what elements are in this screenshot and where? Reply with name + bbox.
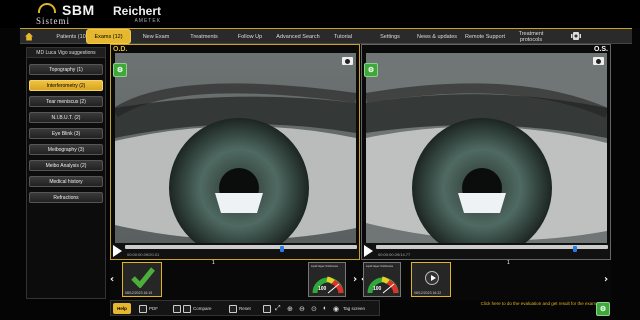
help-button[interactable]: Help [113,303,131,314]
od-player: 00:00:00.09/20.01 [111,243,359,259]
os-thumbnail-strip: ‹ Lipid layer thickness 100 08/12/2023 1… [361,260,611,300]
os-gauge-title: Lipid layer thickness [366,264,394,268]
od-seek-knob[interactable] [280,246,285,252]
os-timestamp: 00:00:00.09/14.77 [378,252,411,257]
od-gauge-thumb[interactable]: Lipid layer thickness 100 [308,262,346,297]
fullscreen-icon[interactable]: ⤢ [275,303,281,314]
od-gauge-title: Lipid layer thickness [311,264,339,268]
sidebar-item-medical-history[interactable]: Medical history [29,176,103,187]
sidebar-item-nibut[interactable]: N.I.B.U.T. (2) [29,112,103,123]
tab-new-exam[interactable]: New Exam [138,29,174,44]
home-icon [25,32,33,41]
zoom-in-icon[interactable]: ⊕ [287,303,293,314]
pdf-button[interactable]: PDF [139,303,158,314]
sbm-logo: SBM Sistemi [30,2,110,26]
compare-icon [173,304,181,313]
evaluate-button[interactable]: ⚙ [596,302,610,316]
partner-name: Reichert [113,4,162,18]
app-window: SBM Sistemi Reichert AMETEK Patients (10… [0,0,640,320]
tab-news[interactable]: News & updates [416,29,458,44]
od-eye-image [115,53,356,243]
device-settings-icon[interactable] [570,30,582,42]
tab-treatment-protocols[interactable]: Treatment protocols [514,29,548,44]
os-player: 00:00:00.09/14.77 [362,243,610,259]
top-nav: Patients (10) Exams (12) New Exam Treatm… [20,28,632,44]
tag-icon[interactable]: ◉ [333,303,339,314]
sidebar: MD Luca Vigo suggestions Topography (1) … [26,47,106,299]
os-gauge-value: 100 [373,286,382,292]
od-prev-arrow-icon[interactable]: ‹ [110,274,114,285]
contrast-icon[interactable]: ◐ [323,303,327,314]
od-gauge-value: 100 [318,286,327,292]
os-thumb-caption: 08/12/2023 16:22 [414,291,442,295]
sidebar-item-eye-blink[interactable]: Eye Blink (3) [29,128,103,139]
reichert-logo: Reichert AMETEK [113,4,161,24]
sun-logo-icon [38,3,56,13]
zoom-out-icon[interactable]: ⊖ [299,303,305,314]
os-next-arrow-icon[interactable]: › [604,274,608,285]
reset-icon [229,304,237,313]
brand-sub: Sistemi [36,16,71,26]
os-gauge-thumb[interactable]: Lipid layer thickness 100 [363,262,401,297]
bottom-toolbar: Help PDF Compare Reset ⤢ ⊕ ⊖ ⊙ ◐ ◉ Tag s… [110,300,380,316]
checkmark-icon [131,267,155,288]
tab-remote-support[interactable]: Remote Support [462,29,508,44]
fit-screen-button[interactable] [263,303,271,314]
tag-screen-button[interactable]: Tag screen [343,303,365,314]
fit-screen-icon [263,304,271,313]
od-strip-count: 1 [212,260,215,266]
zoom-fit-icon[interactable]: ⊙ [311,303,317,314]
compare-button[interactable]: Compare [173,303,212,314]
od-analysis-icon[interactable]: ⚙ [113,63,127,77]
sidebar-item-meibography[interactable]: Meibography (3) [29,144,103,155]
od-next-arrow-icon[interactable]: › [353,274,357,285]
reset-label: Reset [239,306,251,311]
sidebar-item-meibo-analysis[interactable]: Meibo Analysis (2) [29,160,103,171]
os-eye-image [366,53,607,243]
reset-button[interactable]: Reset [229,303,251,314]
od-panel: O.D. ⚙ 00:00:00.09/20.01 [110,44,360,260]
compare-label: Compare [193,306,212,311]
os-camera-icon[interactable] [593,57,604,65]
sidebar-item-tear-meniscus[interactable]: Tear meniscus (2) [29,96,103,107]
os-analysis-icon[interactable]: ⚙ [364,63,378,77]
od-seek-track[interactable] [125,245,357,252]
pdf-label: PDF [149,306,158,311]
od-thumbnail-strip: ‹ 08/12/2023 16:15 1 Lipid layer thickne… [110,260,360,300]
compare-icon-2 [183,304,191,313]
od-label: O.D. [113,46,128,53]
os-thumbnail[interactable]: 08/12/2023 16:22 [411,262,451,297]
tab-advanced-search[interactable]: Advanced Search [272,29,324,44]
os-panel: O.S. ⚙ 00:00:00.09/14.77 [361,44,611,260]
home-button[interactable] [22,29,36,44]
pdf-icon [139,304,147,313]
tab-follow-up[interactable]: Follow Up [232,29,268,44]
od-thumbnail[interactable]: 08/12/2023 16:15 [122,262,162,297]
tab-settings[interactable]: Settings [374,29,406,44]
os-label: O.S. [593,46,608,53]
header: SBM Sistemi Reichert AMETEK [0,0,640,28]
tab-exams[interactable]: Exams (12) [86,29,131,44]
tab-treatments[interactable]: Treatments [180,29,228,44]
sidebar-item-topography[interactable]: Topography (1) [29,64,103,75]
od-play-icon[interactable] [113,245,122,257]
os-play-icon[interactable] [364,245,373,257]
sidebar-item-refractions[interactable]: Refractions [29,192,103,203]
os-strip-count: 1 [507,260,510,266]
os-seek-knob[interactable] [573,246,578,252]
evaluation-hint: Click here to do the evaluation and get … [480,301,596,306]
os-seek-track[interactable] [376,245,608,252]
od-camera-icon[interactable] [342,57,353,65]
os-lipid-gauge [367,276,399,294]
od-lipid-gauge [312,276,344,294]
tab-tutorial[interactable]: Tutorial [328,29,358,44]
sidebar-title: MD Luca Vigo suggestions [27,48,105,58]
od-timestamp: 00:00:00.09/20.01 [127,252,160,257]
partner-sub: AMETEK [134,18,162,24]
od-thumb-caption: 08/12/2023 16:15 [125,291,153,295]
sidebar-item-interferometry[interactable]: Interferometry (2) [29,80,103,91]
video-play-icon [425,271,439,285]
